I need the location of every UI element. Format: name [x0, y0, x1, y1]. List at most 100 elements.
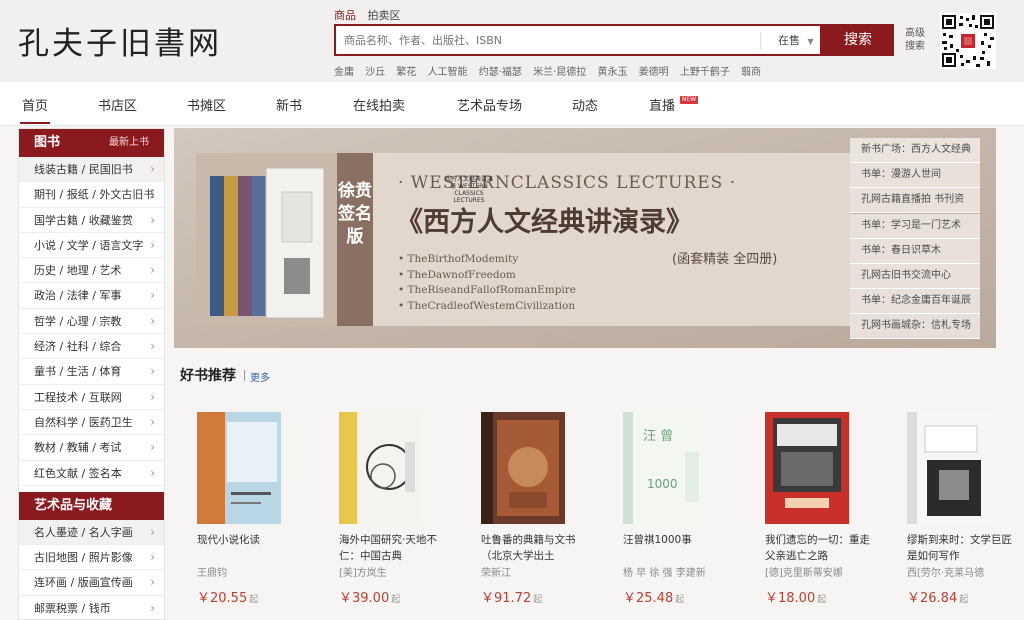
- sidebar-art-item[interactable]: 邮票税票 / 钱币: [19, 596, 164, 619]
- sidebar-category-item[interactable]: 小说 / 文学 / 语言文字: [19, 233, 164, 259]
- book-title[interactable]: 汪曾祺1000事: [623, 532, 731, 564]
- book-title[interactable]: 海外中国研究·天地不仁：中国古典: [339, 532, 447, 564]
- svg-text:汪 曾: 汪 曾: [643, 429, 673, 444]
- sidebar-category-item[interactable]: 期刊 / 报纸 / 外文古旧书: [19, 182, 164, 208]
- book-card[interactable]: 海外中国研究·天地不仁：中国古典 [美]方岚生 ￥39.00 起: [322, 396, 456, 620]
- search-tabs: 商品 拍卖区: [334, 7, 409, 23]
- right-link-item[interactable]: 书单：春日识草木: [850, 238, 980, 264]
- book-card[interactable]: 缪斯到来时：文学巨匠是如何写作 西[劳尔·克莱马德 ￥26.84 起: [890, 396, 1024, 620]
- new-badge: NEW: [680, 96, 699, 104]
- right-link-item[interactable]: 书单：漫游人世间: [850, 163, 980, 189]
- sidebar-category-item[interactable]: 工程技术 / 互联网: [19, 385, 164, 410]
- nav-activity[interactable]: 动态: [572, 95, 598, 114]
- sidebar-category-item[interactable]: 教材 / 教辅 / 考试: [19, 435, 164, 461]
- search-button[interactable]: 搜索: [822, 24, 894, 56]
- nav-bookstall[interactable]: 书摊区: [187, 95, 226, 114]
- sidebar-art-title[interactable]: 艺术品与收藏: [34, 498, 112, 513]
- banner-box-text: 西方人文经典讲演录 WESTERN CLASSICS LECTURES: [444, 176, 493, 204]
- book-cover-image: [197, 412, 281, 524]
- sidebar-category-item[interactable]: 经济 / 社科 / 综合: [19, 334, 164, 360]
- sidebar-category-item[interactable]: 哲学 / 心理 / 宗教: [19, 309, 164, 335]
- book-author: 王鼎钧: [197, 568, 227, 579]
- banner-lecture: • TheDawnofFreedom: [398, 268, 516, 281]
- book-card[interactable]: 汪 曾 1000 汪曾祺1000事 杨 早 徐 强 李建新 ￥25.48 起: [606, 396, 740, 620]
- right-link-list: 新书广场：西方人文经典 书单：漫游人世间 孔网古籍直播拍 书刊资 书单：学习是一…: [850, 138, 980, 340]
- nav-new-books[interactable]: 新书: [276, 95, 302, 114]
- sidebar-category-item[interactable]: 历史 / 地理 / 艺术: [19, 258, 164, 284]
- book-cover-image: [765, 412, 849, 524]
- sidebar-art-item[interactable]: 名人墨迹 / 名人字画: [19, 519, 164, 546]
- search-tab-goods[interactable]: 商品: [334, 9, 356, 22]
- book-cover-image: [339, 412, 423, 524]
- book-author: 荣新江: [481, 568, 511, 579]
- nav-art-special[interactable]: 艺术品专场: [457, 95, 522, 114]
- banner-lecture: • TheCradleofWestemCivilization: [398, 299, 576, 312]
- recommend-title: 好书推荐: [180, 368, 236, 384]
- search-input[interactable]: [344, 26, 744, 54]
- hot-keyword[interactable]: 上野千鹤子: [680, 67, 730, 78]
- book-title[interactable]: 现代小说化读: [197, 532, 305, 564]
- search-tab-auction[interactable]: 拍卖区: [368, 9, 401, 22]
- book-author: [美]方岚生: [339, 568, 387, 579]
- book-cover-image: [907, 412, 991, 524]
- hot-keyword[interactable]: 金庸: [334, 67, 354, 78]
- divider: [244, 370, 245, 381]
- sidebar-books-header: 图书 最新上书: [19, 129, 164, 157]
- sidebar-category-item[interactable]: 童书 / 生活 / 体育: [19, 359, 164, 385]
- sidebar-art-header: 艺术品与收藏: [19, 491, 164, 520]
- hot-keyword[interactable]: 米兰·昆德拉: [533, 67, 586, 78]
- book-card[interactable]: 我们遗忘的一切：重走父亲逃亡之路 [德]克里斯蒂安娜 ￥18.00 起: [748, 396, 882, 620]
- nav-home[interactable]: 首页: [19, 95, 51, 124]
- hot-keyword[interactable]: 繁花: [396, 67, 416, 78]
- sidebar-art-item[interactable]: 连环画 / 版画宣传画: [19, 570, 164, 596]
- right-link-item[interactable]: 书单：学习是一门艺术: [850, 213, 980, 239]
- hot-keyword[interactable]: 姜德明: [639, 67, 669, 78]
- hot-keyword[interactable]: 黄永玉: [598, 67, 628, 78]
- book-card[interactable]: 吐鲁番的典籍与文书（北京大学出土 荣新江 ￥91.72 起: [464, 396, 598, 620]
- hot-keyword[interactable]: 约瑟·福瑟: [479, 67, 522, 78]
- hot-keyword[interactable]: 人工智能: [428, 67, 468, 78]
- sidebar-category-item[interactable]: 线装古籍 / 民国旧书: [19, 157, 164, 183]
- sidebar-category-item[interactable]: 红色文献 / 签名本: [19, 461, 164, 486]
- nav-live[interactable]: 直播: [649, 95, 675, 114]
- banner-lecture-list: • TheBirthofModemity • TheDawnofFreedom …: [398, 252, 576, 314]
- hot-keywords: 金庸 沙丘 繁花 人工智能 约瑟·福瑟 米兰·昆德拉 黄永玉 姜德明 上野千鹤子…: [334, 63, 769, 78]
- hot-keyword[interactable]: 沙丘: [365, 67, 385, 78]
- book-price: ￥25.48 起: [623, 591, 685, 606]
- main-nav: 首页 书店区 书摊区 新书 在线拍卖 艺术品专场 动态 直播 NEW: [0, 82, 1024, 126]
- book-cover-image: [481, 412, 565, 524]
- sidebar-category-item[interactable]: 国学古籍 / 收藏鉴赏: [19, 208, 164, 233]
- sidebar-art-item[interactable]: 古旧地图 / 照片影像: [19, 545, 164, 571]
- book-price: ￥26.84 起: [907, 591, 969, 606]
- book-author: [德]克里斯蒂安娜: [765, 568, 843, 579]
- search-box: 在售 ▼: [334, 24, 822, 56]
- category-sidebar: 图书 最新上书 线装古籍 / 民国旧书 期刊 / 报纸 / 外文古旧书 国学古籍…: [18, 128, 165, 620]
- sidebar-category-item[interactable]: 政治 / 法律 / 军事: [19, 283, 164, 309]
- book-title[interactable]: 缪斯到来时：文学巨匠是如何写作: [907, 532, 1015, 564]
- latest-books-link[interactable]: 最新上书: [109, 129, 149, 157]
- book-card[interactable]: 现代小说化读 王鼎钧 ￥20.55 起: [180, 396, 314, 620]
- site-logo[interactable]: 孔夫子旧書网: [18, 18, 222, 63]
- book-title[interactable]: 吐鲁番的典籍与文书（北京大学出土: [481, 532, 589, 564]
- book-author: 西[劳尔·克莱马德: [907, 568, 985, 579]
- nav-online-auction[interactable]: 在线拍卖: [353, 95, 405, 114]
- right-link-item[interactable]: 书单：纪念金庸百年诞辰: [850, 289, 980, 315]
- sidebar-category-item[interactable]: 自然科学 / 医药卫生: [19, 410, 164, 436]
- right-link-item[interactable]: 孔网书画城杂：信札专场: [850, 314, 980, 340]
- right-link-item[interactable]: 孔网古籍直播拍 书刊资: [850, 188, 980, 214]
- right-link-item[interactable]: 新书广场：西方人文经典: [850, 138, 980, 163]
- book-price: ￥20.55 起: [197, 591, 259, 606]
- book-cover-image: 汪 曾 1000: [623, 412, 707, 524]
- advanced-search-link[interactable]: 高级搜索: [905, 27, 927, 53]
- hot-keyword[interactable]: 翦商: [741, 67, 761, 78]
- book-author: 杨 早 徐 强 李建新: [623, 568, 706, 579]
- banner-lecture: • TheBirthofModemity: [398, 253, 519, 265]
- right-link-item[interactable]: 孔网古旧书交流中心: [850, 263, 980, 289]
- banner-vertical-text: 徐贲签名版: [338, 181, 372, 247]
- nav-bookstore[interactable]: 书店区: [98, 95, 137, 114]
- search-scope-select[interactable]: 在售 ▼: [760, 32, 818, 50]
- book-title[interactable]: 我们遗忘的一切：重走父亲逃亡之路: [765, 532, 873, 564]
- sidebar-books-title[interactable]: 图书: [34, 135, 60, 150]
- more-link[interactable]: 更多: [250, 369, 270, 384]
- book-price: ￥39.00 起: [339, 591, 401, 606]
